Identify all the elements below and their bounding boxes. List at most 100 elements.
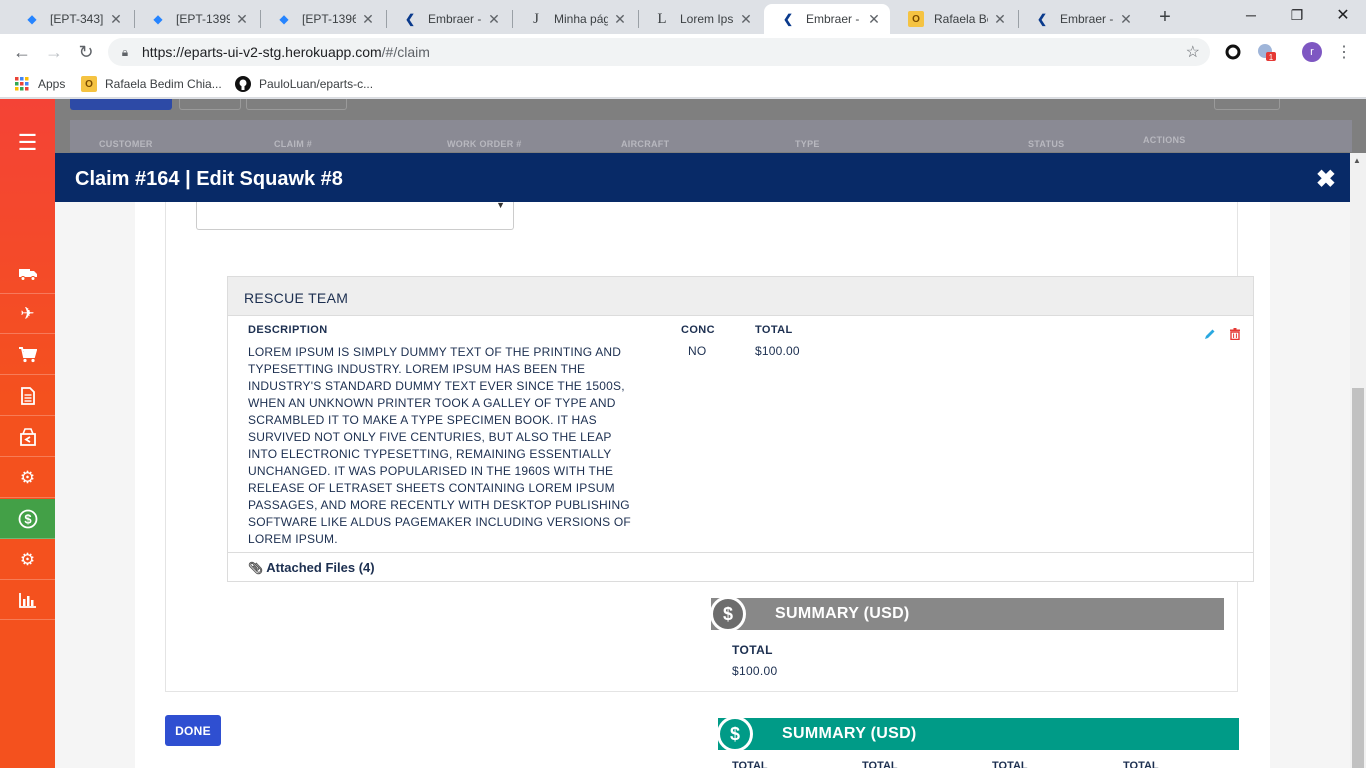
j-icon: J (533, 10, 539, 27)
apps-grid-icon (14, 76, 30, 92)
card-footer: 📎︎ Attached Files (4) (228, 552, 1253, 582)
cart-icon[interactable] (0, 335, 55, 375)
column-header: AIRCRAFT (621, 139, 670, 149)
address-bar[interactable]: 🔒︎ https://eparts-ui-v2-stg.herokuapp.co… (108, 38, 1210, 66)
squawk-item-card: RESCUE TEAM DESCRIPTION CONC TOTAL LOREM… (227, 276, 1254, 582)
select-dropdown[interactable]: ▼ (196, 202, 514, 230)
summary-total-value: $100.00 (732, 664, 778, 678)
money-circle-icon[interactable]: $ (0, 499, 55, 539)
summary-bar: $ SUMMARY (USD) (710, 596, 1224, 632)
close-tab-icon[interactable]: ✕ (360, 11, 376, 27)
browser-tab[interactable]: ◆ [EPT-1396] ✕ (260, 4, 384, 34)
background-button (179, 99, 241, 110)
bookmark-rafaela[interactable]: O Rafaela Bedim Chia... (81, 75, 222, 93)
new-tab-plus-icon[interactable]: + (1152, 6, 1178, 28)
document-icon[interactable] (0, 376, 55, 416)
browser-tab-active[interactable]: ❮ Embraer - e ✕ (764, 4, 890, 34)
conc-header: CONC (681, 324, 715, 336)
summary-title: SUMMARY (USD) (775, 605, 910, 622)
modal-body: ▼ RESCUE TEAM DESCRIPTION CONC TOTAL LOR… (55, 202, 1350, 768)
truck-icon[interactable] (0, 254, 55, 294)
scroll-up-arrow-icon[interactable]: ▲ (1353, 156, 1361, 165)
global-summary-bar: $ SUMMARY (USD) (717, 716, 1239, 752)
squawk-description: LOREM IPSUM IS SIMPLY DUMMY TEXT OF THE … (248, 345, 631, 546)
bookmark-apps[interactable]: Apps (14, 75, 65, 93)
squawk-panel: ▼ RESCUE TEAM DESCRIPTION CONC TOTAL LOR… (165, 202, 1254, 692)
close-tab-icon[interactable]: ✕ (738, 11, 754, 27)
global-summary-title: SUMMARY (USD) (782, 725, 917, 742)
bookmarks-bar: Apps O Rafaela Bedim Chia... PauloLuan/e… (0, 70, 1366, 98)
background-button (246, 99, 347, 110)
column-header: CUSTOMER (99, 139, 153, 149)
browser-tab[interactable]: ◆ [EPT-1399] ✕ (134, 4, 258, 34)
bookmark-o-icon: O (908, 11, 924, 27)
paperclip-icon: 📎︎ (248, 560, 264, 575)
browser-tab[interactable]: L Lorem Ipsu ✕ (638, 4, 762, 34)
browser-tab[interactable]: J Minha pági ✕ (512, 4, 636, 34)
extension-circle-icon[interactable] (1223, 42, 1243, 62)
svg-text:$: $ (24, 511, 32, 526)
conc-value: NO (688, 344, 707, 358)
dollar-icon: $ (710, 596, 746, 632)
scroll-thumb[interactable] (1352, 388, 1364, 768)
caret-down-icon: ▼ (496, 202, 505, 210)
global-summary-column: TOTAL (862, 760, 898, 768)
embraer-icon: ❮ (1036, 12, 1048, 26)
window-close-icon[interactable]: ✕ (1320, 0, 1366, 30)
modal-scrollbar[interactable]: ▲ (1350, 153, 1366, 768)
edit-pencil-icon[interactable] (1203, 327, 1217, 341)
close-tab-icon[interactable]: ✕ (612, 11, 628, 27)
close-tab-icon[interactable]: ✕ (234, 11, 250, 27)
close-tab-icon[interactable]: ✕ (1118, 11, 1134, 27)
browser-tab[interactable]: O Rafaela Bed ✕ (892, 4, 1016, 34)
back-arrow-icon[interactable]: ← (10, 40, 34, 64)
reload-icon[interactable]: ↻ (74, 40, 98, 64)
trash-icon[interactable] (1228, 327, 1242, 341)
airplane-icon[interactable]: ✈ (0, 294, 55, 334)
browser-toolbar: ← → ↻ 🔒︎ https://eparts-ui-v2-stg.heroku… (0, 34, 1366, 70)
summary-total-label: TOTAL (732, 643, 773, 657)
column-header: TYPE (795, 139, 820, 149)
close-tab-icon[interactable]: ✕ (866, 11, 882, 27)
menu-kebab-icon[interactable]: ⋮ (1334, 42, 1354, 62)
lock-icon: 🔒︎ (121, 44, 129, 59)
total-value: $100.00 (755, 344, 800, 358)
column-header: WORK ORDER # (447, 139, 522, 149)
profile-avatar[interactable]: r (1302, 42, 1322, 62)
global-summary-column: TOTAL (992, 760, 1028, 768)
close-tab-icon[interactable]: ✕ (992, 11, 1008, 27)
svg-text:1: 1 (1269, 53, 1274, 62)
global-summary-column: TOTAL (1123, 760, 1159, 768)
gears-icon[interactable]: ⚙ (0, 540, 55, 580)
gear-wrench-icon[interactable]: ⚙ (0, 458, 55, 498)
l-icon: L (657, 10, 667, 27)
close-tab-icon[interactable]: ✕ (108, 11, 124, 27)
return-box-icon[interactable] (0, 417, 55, 457)
bookmark-star-icon[interactable]: ☆ (1186, 42, 1200, 62)
attached-files-link[interactable]: 📎︎ Attached Files (4) (248, 560, 375, 575)
jira-icon: ◆ (27, 12, 37, 26)
restore-icon[interactable]: ❐ (1274, 0, 1320, 30)
browser-tab[interactable]: ❮ Embraer - e ✕ (386, 4, 510, 34)
close-icon[interactable]: ✖ (1316, 165, 1336, 194)
browser-tab[interactable]: ❮ Embraer - e ✕ (1018, 4, 1142, 34)
bar-chart-icon[interactable] (0, 580, 55, 620)
bookmark-o-icon: O (81, 76, 97, 92)
forward-arrow-icon[interactable]: → (42, 40, 66, 64)
hamburger-menu-icon[interactable]: ☰ (0, 123, 55, 163)
column-header: ACTIONS (1143, 135, 1186, 145)
squawk-item-header: RESCUE TEAM (228, 277, 1253, 316)
embraer-icon: ❮ (404, 12, 416, 26)
done-button[interactable]: DONE (165, 715, 221, 746)
close-tab-icon[interactable]: ✕ (486, 11, 502, 27)
total-header: TOTAL (755, 324, 793, 336)
jira-icon: ◆ (153, 12, 163, 26)
extension-globe-icon[interactable]: 1 (1256, 42, 1276, 62)
background-button (1214, 99, 1280, 110)
bookmark-github[interactable]: PauloLuan/eparts-c... (235, 75, 373, 93)
sidebar: ☰ ✈ ⚙ $ ⚙ (0, 99, 55, 768)
github-icon (235, 76, 251, 92)
modal-header: Claim #164 | Edit Squawk #8 ✖ (55, 153, 1350, 202)
minimize-icon[interactable]: ─ (1228, 0, 1274, 30)
browser-tab[interactable]: ◆ [EPT-343] E ✕ (8, 4, 132, 34)
